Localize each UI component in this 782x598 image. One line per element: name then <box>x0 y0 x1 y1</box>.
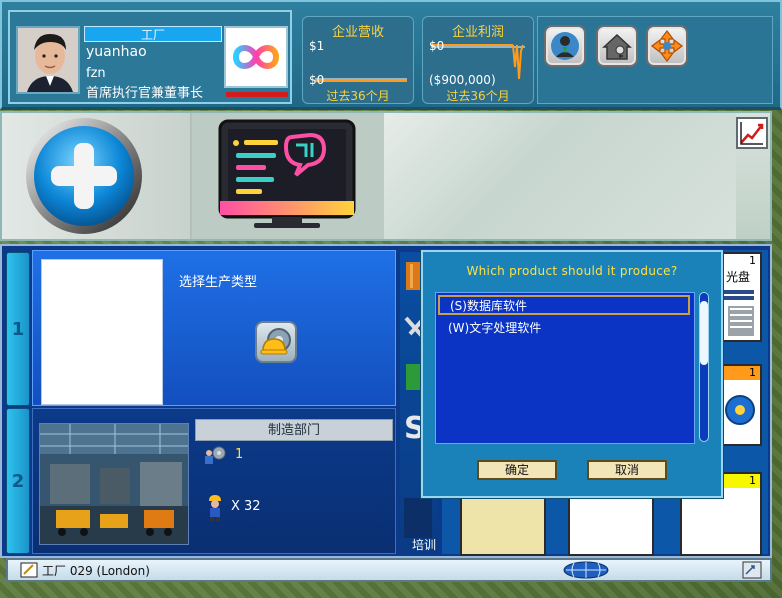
logo-underline <box>226 92 288 97</box>
software-monitor-icon <box>218 119 356 228</box>
manufacturing-dept-label: 制造部门 <box>195 419 393 441</box>
status-unit-location: 工厂 029 (London) <box>42 564 150 578</box>
unit-background-area <box>384 113 736 239</box>
infinity-logo-icon <box>232 45 280 69</box>
manager-icon <box>551 32 579 60</box>
company-name: fzn <box>86 66 106 81</box>
dialog-question: Which product should it produce? <box>466 264 678 278</box>
product-image-slot[interactable] <box>41 259 163 405</box>
add-plus-icon <box>26 118 142 234</box>
worker-count: X 32 <box>231 499 261 514</box>
manufacturing-section: 制造部门 1 X 32 <box>32 408 396 554</box>
product-options-list[interactable]: (S)数据库软件 (W)文字处理软件 <box>435 292 695 444</box>
product-choice-dialog: Which product should it produce? (S)数据库软… <box>421 250 723 498</box>
options-scrollbar[interactable] <box>699 292 709 442</box>
trend-chart-button[interactable] <box>736 117 768 149</box>
company-type-label: 工厂 <box>84 26 222 42</box>
tab-section-2[interactable]: 2 <box>6 408 30 554</box>
revenue-title: 企业营收 <box>331 25 384 40</box>
house-key-button[interactable] <box>596 25 638 67</box>
ceo-avatar[interactable] <box>16 26 80 94</box>
worker-icon <box>209 495 221 521</box>
revenue-period: 过去36个月 <box>326 89 390 103</box>
top-bar: 工厂 yuanhao fzn 首席执行官兼董事长 企业营收 $1 $0 过去36… <box>0 0 782 110</box>
profit-panel[interactable]: 企业利润 $0 ($900,000) 过去36个月 <box>422 16 534 104</box>
company-profile: 工厂 yuanhao fzn 首席执行官兼董事长 <box>8 10 292 104</box>
dept-gear-people-icon <box>205 446 226 464</box>
company-logo[interactable] <box>224 26 288 88</box>
factory-photo <box>39 423 189 545</box>
profit-period: 过去36个月 <box>446 89 510 103</box>
gear-hardhat-icon <box>260 328 291 355</box>
ceo-name: yuanhao <box>86 44 147 60</box>
move-arrows-icon <box>651 30 683 62</box>
move-arrows-button[interactable] <box>646 25 688 67</box>
globe-map-icon[interactable] <box>562 561 610 579</box>
add-unit-panel[interactable] <box>2 113 192 239</box>
ok-button[interactable]: 确定 <box>477 460 557 480</box>
production-type-section: 选择生产类型 <box>32 250 396 406</box>
tab-section-1[interactable]: 1 <box>6 252 30 406</box>
revenue-top-label: $1 <box>309 39 325 53</box>
training-label: 培训 <box>412 538 437 552</box>
product-option-word-processor[interactable]: (W)文字处理软件 <box>438 319 690 339</box>
gear-blue-icon <box>725 395 755 425</box>
software-unit-image <box>192 113 384 239</box>
revenue-panel[interactable]: 企业营收 $1 $0 过去36个月 <box>302 16 414 104</box>
unit-picture-strip <box>0 111 772 241</box>
choose-production-type-label: 选择生产类型 <box>179 275 258 290</box>
dept-count: 1 <box>235 447 244 462</box>
window-corner-icon[interactable] <box>742 561 762 579</box>
trend-chart-icon <box>740 122 764 145</box>
cancel-button[interactable]: 取消 <box>587 460 667 480</box>
options-scrollbar-thumb[interactable] <box>700 301 708 365</box>
manager-button[interactable] <box>544 25 586 67</box>
revenue-bottom-label: $0 <box>309 73 325 87</box>
status-bar: 工厂 029 (London) <box>6 558 772 582</box>
profit-bottom-label: ($900,000) <box>429 73 496 87</box>
product-card-2[interactable]: 1 <box>718 364 762 446</box>
toolbar-group <box>537 16 773 104</box>
house-key-icon <box>602 33 632 60</box>
profit-top-label: $0 <box>429 39 445 53</box>
pencil-note-icon[interactable] <box>20 562 38 578</box>
ceo-title: 首席执行官兼董事长 <box>86 86 204 101</box>
product-option-database[interactable]: (S)数据库软件 <box>438 295 690 315</box>
card-2-number: 1 <box>720 366 760 380</box>
profit-title: 企业利润 <box>451 25 504 40</box>
production-settings-button[interactable] <box>255 321 297 363</box>
